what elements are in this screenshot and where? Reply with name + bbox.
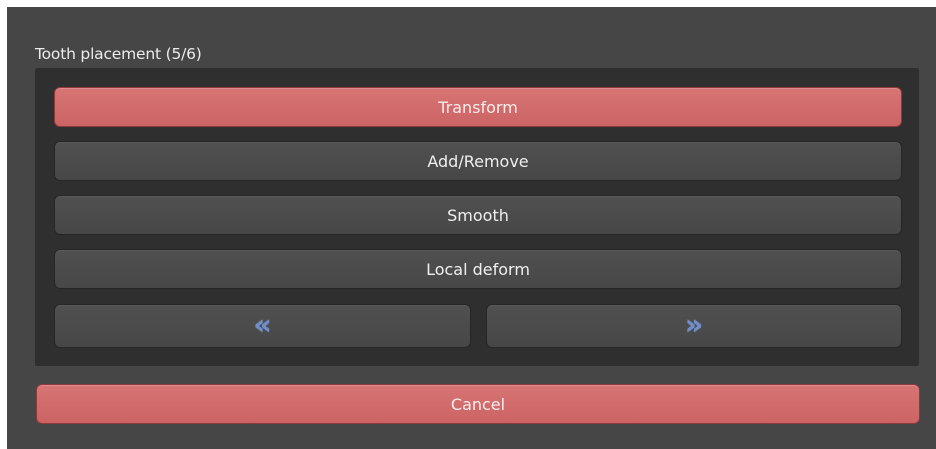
add-remove-button[interactable]: Add/Remove bbox=[54, 141, 902, 181]
transform-button[interactable]: Transform bbox=[54, 87, 902, 127]
panel-title: Tooth placement (5/6) bbox=[35, 45, 202, 63]
cancel-button[interactable]: Cancel bbox=[36, 384, 920, 424]
previous-step-button[interactable]: « bbox=[54, 304, 471, 348]
double-chevron-right-icon: » bbox=[684, 307, 704, 341]
cancel-button-label: Cancel bbox=[450, 394, 506, 414]
next-step-button[interactable]: » bbox=[486, 304, 902, 348]
add-remove-button-label: Add/Remove bbox=[427, 151, 529, 171]
transform-button-label: Transform bbox=[438, 97, 518, 117]
smooth-button[interactable]: Smooth bbox=[54, 195, 902, 235]
smooth-button-label: Smooth bbox=[447, 205, 509, 225]
local-deform-button-label: Local deform bbox=[426, 259, 530, 279]
double-chevron-left-icon: « bbox=[253, 307, 272, 341]
local-deform-button[interactable]: Local deform bbox=[54, 249, 902, 289]
